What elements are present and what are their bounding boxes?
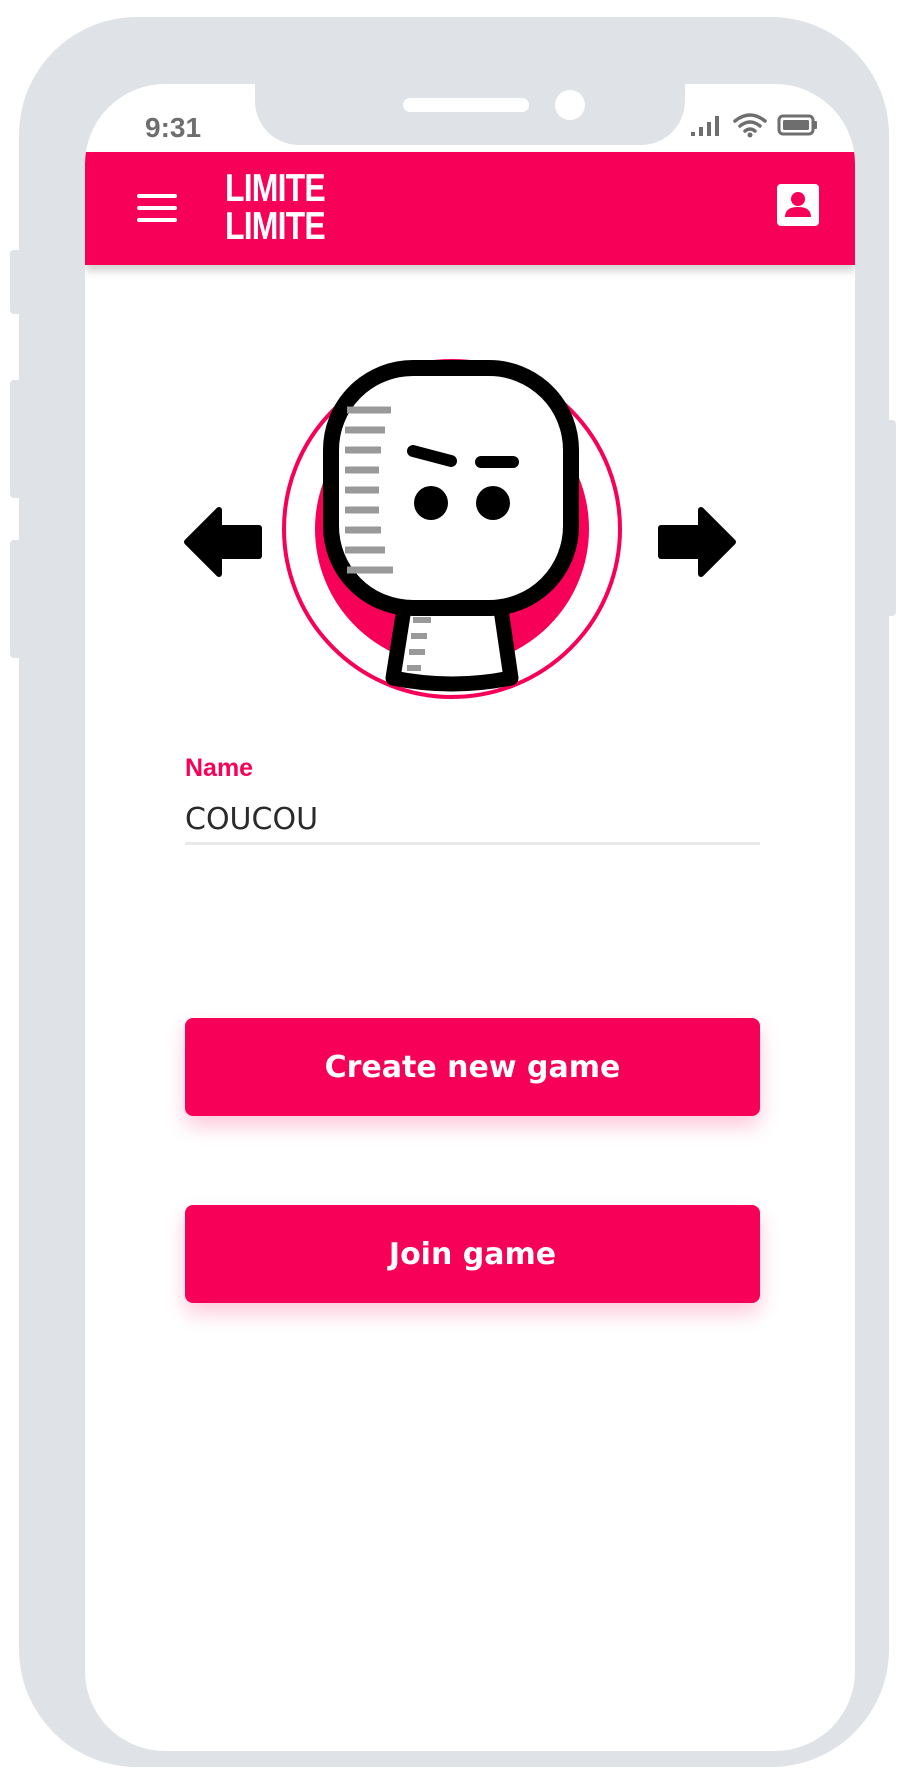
front-camera <box>555 90 585 120</box>
avatar <box>282 359 622 699</box>
status-icons <box>689 112 819 138</box>
app-logo: LIMITE LIMITE <box>225 167 326 248</box>
battery-icon <box>777 114 817 136</box>
arrow-left-icon[interactable] <box>183 504 263 580</box>
speaker <box>403 98 529 112</box>
create-new-game-button[interactable]: Create new game <box>185 1018 760 1116</box>
name-label: Name <box>185 754 254 782</box>
logo-line-2: LIMITE <box>225 205 326 248</box>
phone-frame: 9:31 LIMITE LIMITE Name COUCOU Create ne… <box>19 17 889 1767</box>
notch <box>255 84 685 145</box>
status-time: 9:31 <box>145 112 202 143</box>
name-input[interactable] <box>185 796 760 845</box>
phone-screen: 9:31 LIMITE LIMITE Name COUCOU Create ne… <box>85 84 855 1751</box>
wifi-icon <box>733 113 767 138</box>
hamburger-menu-icon[interactable] <box>137 194 177 224</box>
join-game-button[interactable]: Join game <box>185 1205 760 1303</box>
cellular-signal-icon <box>691 116 719 136</box>
logo-line-1: LIMITE <box>225 167 326 210</box>
account-box-icon[interactable] <box>777 184 819 226</box>
app-bar: LIMITE LIMITE <box>85 152 855 265</box>
arrow-right-icon[interactable] <box>657 504 737 580</box>
